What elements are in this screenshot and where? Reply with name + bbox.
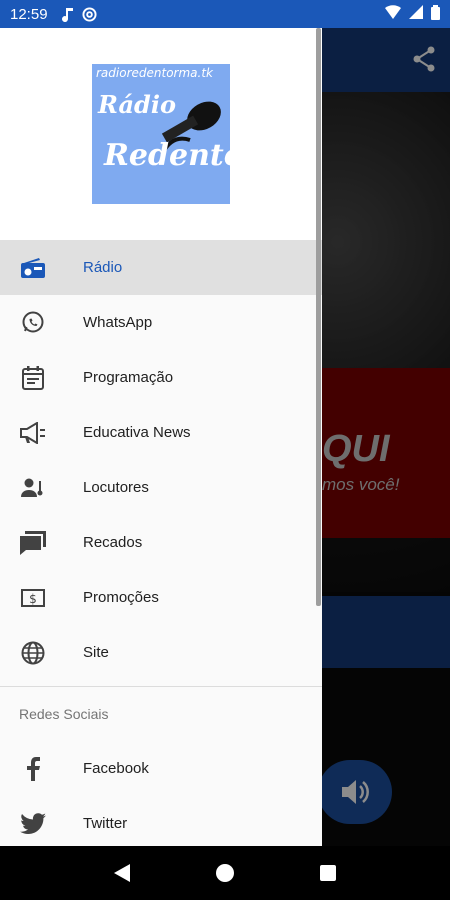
radio-icon	[20, 255, 46, 281]
calendar-icon	[20, 365, 46, 391]
battery-icon	[431, 4, 440, 24]
megaphone-icon	[20, 420, 46, 446]
money-icon: $	[20, 585, 46, 611]
facebook-icon	[20, 756, 46, 782]
whatsapp-icon	[20, 310, 46, 336]
status-bar: 12:59	[0, 0, 450, 28]
signal-icon	[409, 5, 423, 23]
menu-item-facebook[interactable]: Facebook	[0, 741, 322, 796]
globe-icon	[20, 640, 46, 666]
menu-item-locutores[interactable]: Locutores	[0, 460, 322, 515]
wifi-icon	[385, 5, 401, 23]
menu-item-radio[interactable]: Rádio	[0, 240, 322, 295]
menu-label: Recados	[83, 534, 143, 551]
menu-item-recados[interactable]: Recados	[0, 515, 322, 570]
at-sign-icon	[82, 6, 97, 22]
logo-word-radio: Rádio	[98, 90, 176, 119]
twitter-icon	[20, 811, 46, 837]
logo-word-redentor: Redentor	[104, 138, 230, 173]
menu-label: Educativa News	[83, 424, 191, 441]
drawer-header: radioredentorma.tk Rádio Redentor	[0, 28, 322, 240]
logo-url-text: radioredentorma.tk	[96, 66, 213, 80]
section-header-redes-sociais: Redes Sociais	[19, 706, 109, 722]
menu-label: WhatsApp	[83, 314, 153, 331]
menu-label: Site	[83, 644, 109, 661]
menu-label: Rádio	[83, 259, 123, 276]
menu-item-programacao[interactable]: Programação	[0, 350, 322, 405]
drawer-scrollbar[interactable]	[316, 28, 321, 606]
system-nav-bar	[0, 846, 450, 900]
person-icon	[20, 475, 46, 501]
status-time: 12:59	[10, 5, 48, 23]
home-button[interactable]	[205, 853, 245, 893]
menu-item-whatsapp[interactable]: WhatsApp	[0, 295, 322, 350]
radio-logo: radioredentorma.tk Rádio Redentor	[92, 64, 230, 204]
recents-button[interactable]	[308, 853, 348, 893]
menu-item-site[interactable]: Site	[0, 625, 322, 680]
menu-label: Promoções	[83, 589, 159, 606]
menu-item-twitter[interactable]: Twitter	[0, 796, 322, 846]
menu-item-educativa-news[interactable]: Educativa News	[0, 405, 322, 460]
menu-label: Twitter	[83, 815, 128, 832]
svg-text:$: $	[29, 592, 37, 606]
menu-label: Facebook	[83, 760, 149, 777]
chat-icon	[20, 530, 46, 556]
music-note-icon	[61, 7, 74, 22]
back-button[interactable]	[102, 853, 142, 893]
menu-item-promocoes[interactable]: $ Promoções	[0, 570, 322, 625]
menu-label: Locutores	[83, 479, 149, 496]
menu-label: Programação	[83, 369, 174, 386]
navigation-drawer: radioredentorma.tk Rádio Redentor Rádio …	[0, 28, 322, 846]
